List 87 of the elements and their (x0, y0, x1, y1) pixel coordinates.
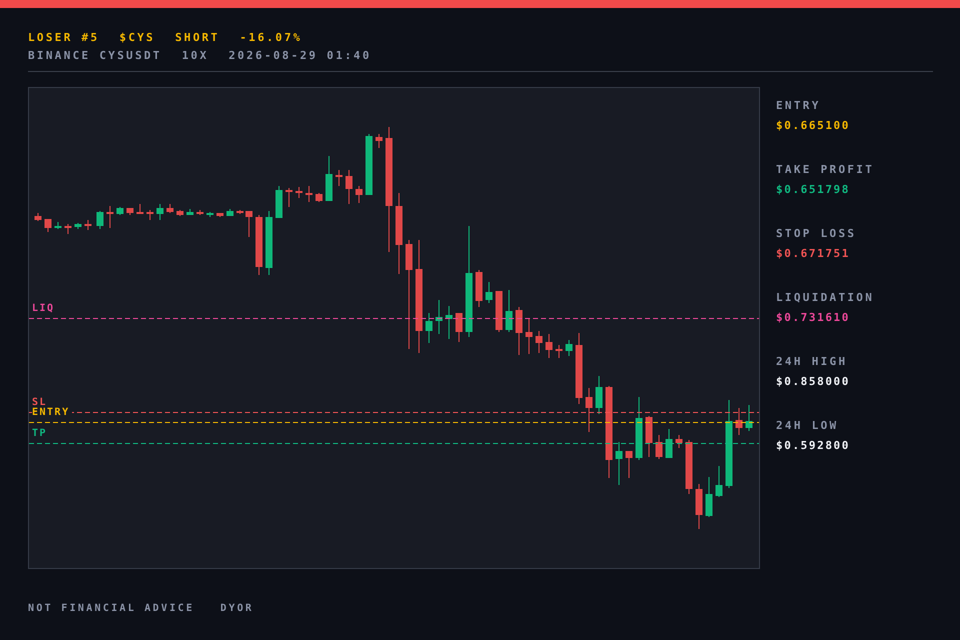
candlestick (316, 193, 322, 202)
candlestick (526, 318, 532, 354)
stat-value: $0.592800 (776, 439, 852, 452)
candlestick (266, 211, 272, 275)
stat-label: LIQUIDATION (776, 291, 874, 304)
stat-label: TAKE PROFIT (776, 163, 874, 176)
disclaimer-text: DYOR (220, 603, 254, 614)
candlestick (136, 204, 144, 214)
candlestick (476, 270, 482, 307)
candlestick (696, 484, 702, 529)
candlestick (146, 210, 154, 220)
signal-title: LOSER #5 (28, 31, 100, 45)
stat-value: $0.671751 (776, 247, 852, 260)
candlestick (576, 333, 582, 404)
candlestick (366, 134, 372, 195)
candlestick (586, 388, 592, 432)
candlestick (676, 435, 682, 448)
candlestick (706, 477, 712, 517)
candlestick (84, 220, 92, 230)
candlestick (176, 210, 184, 216)
candlestick (716, 466, 722, 497)
candlestick (206, 212, 214, 217)
candlestick (226, 209, 234, 216)
candlestick (196, 210, 204, 215)
candlestick (186, 209, 194, 215)
candlestick (326, 156, 332, 201)
candlestick (506, 290, 512, 332)
candlestick (346, 170, 352, 204)
candlestick (256, 215, 262, 275)
candlestick (516, 307, 522, 355)
candlestick (64, 224, 72, 234)
stat-value: $0.731610 (776, 311, 852, 324)
candlestick (426, 313, 432, 343)
candlestick (166, 204, 174, 213)
candlestick (486, 282, 492, 303)
candlestick (296, 187, 302, 198)
signal-title: SHORT (175, 31, 220, 45)
stat-label: STOP LOSS (776, 227, 858, 240)
candlestick (566, 340, 572, 356)
candlestick (556, 345, 562, 358)
candlestick (54, 222, 62, 229)
level-label: ENTRY (32, 407, 72, 418)
candlestick (496, 291, 502, 332)
candlestick (436, 300, 442, 334)
candlestick (636, 397, 642, 460)
candlestick (656, 435, 662, 459)
candlestick (74, 223, 82, 229)
candlestick (306, 186, 312, 202)
candlestick (336, 170, 342, 186)
candlestick (446, 306, 452, 339)
candlestick (286, 188, 292, 207)
candlestick (626, 451, 632, 478)
signal-meta: 2026-08-29 01:40 (228, 49, 372, 63)
candlestick (96, 211, 104, 229)
stat-value: $0.665100 (776, 119, 852, 132)
stat-value: $0.651798 (776, 183, 852, 196)
stat-label: ENTRY (776, 99, 822, 112)
signal-title: $CYS (119, 31, 156, 45)
candlestick (456, 313, 462, 342)
candlestick (646, 416, 652, 457)
disclaimer-text: NOT FINANCIAL ADVICE (28, 603, 194, 614)
candlestick (116, 207, 124, 215)
candlestick (616, 442, 622, 485)
candlestick (34, 213, 42, 221)
candlestick (106, 206, 114, 228)
signal-meta: 10X (182, 49, 209, 63)
candlestick (536, 331, 542, 353)
candlestick (44, 219, 52, 232)
signal-meta: BINANCE CYSUSDT (28, 49, 162, 63)
candlestick (156, 204, 164, 220)
signal-title: -16.07% (240, 31, 302, 45)
candlestick (686, 440, 692, 494)
candlestick (276, 186, 282, 218)
candlestick (596, 376, 602, 414)
stat-label: 24H LOW (776, 419, 840, 432)
candlestick (126, 208, 134, 215)
candlestick (376, 134, 382, 148)
candlestick (216, 213, 224, 217)
candlestick (246, 211, 252, 237)
candlestick (356, 186, 362, 203)
candlestick (546, 334, 552, 358)
candlestick (236, 210, 244, 214)
candlestick (666, 429, 672, 458)
stat-value: $0.858000 (776, 375, 852, 388)
stat-label: 24H HIGH (776, 355, 848, 368)
candlestick (736, 408, 742, 435)
candlestick (746, 405, 752, 431)
